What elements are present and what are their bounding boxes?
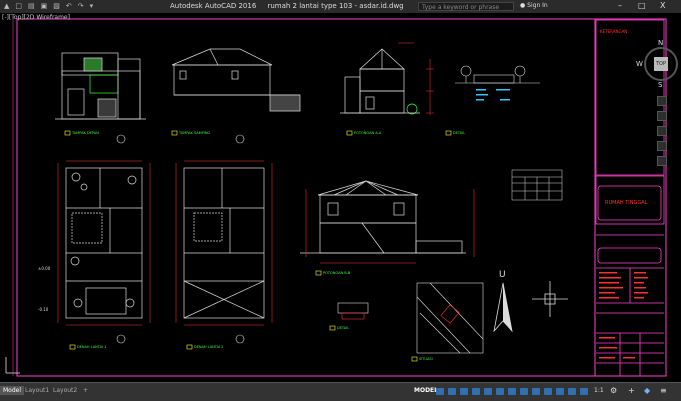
new-file-icon[interactable]: □ bbox=[15, 2, 22, 11]
ortho-icon[interactable] bbox=[460, 388, 468, 395]
label-detail: DETAIL bbox=[453, 131, 465, 135]
plus-icon[interactable]: + bbox=[628, 386, 635, 395]
detail-small bbox=[337, 302, 369, 320]
grid-icon[interactable] bbox=[436, 388, 444, 395]
tab-layout2[interactable]: Layout2 bbox=[50, 386, 80, 395]
north-arrow-label: U bbox=[499, 270, 506, 280]
section-aa bbox=[340, 48, 420, 115]
polar-icon[interactable] bbox=[472, 388, 480, 395]
tab-layout1[interactable]: Layout1 bbox=[22, 386, 52, 395]
north-arrow bbox=[493, 282, 513, 333]
customization-icon[interactable]: ≡ bbox=[660, 386, 667, 395]
viewcube-south[interactable]: S bbox=[658, 81, 662, 89]
window-title: Autodesk AutoCAD 2016 rumah 2 lantai typ… bbox=[170, 2, 404, 10]
annotation-scale[interactable]: 1:1 bbox=[594, 387, 604, 394]
side-elevation bbox=[171, 48, 301, 112]
floor-plan-1 bbox=[65, 167, 143, 319]
steering-wheel-icon[interactable] bbox=[657, 96, 667, 106]
model-space-button[interactable]: MODEL bbox=[414, 387, 438, 394]
label-denah-lantai-1: DENAH LANTAI 1 bbox=[77, 345, 106, 349]
annotation-icon[interactable] bbox=[556, 388, 564, 395]
isolate-icon[interactable] bbox=[580, 388, 588, 395]
title-bar: ▲ □ ▤ ▣ ▧ ↶ ↷ ▾ Autodesk AutoCAD 2016 ru… bbox=[0, 0, 681, 13]
viewport-controls-label[interactable]: [-][Top][2D Wireframe] bbox=[2, 14, 70, 21]
label-detail-2: DETAIL bbox=[337, 326, 349, 330]
showmotion-icon[interactable] bbox=[657, 156, 667, 166]
sign-in-label: Sign In bbox=[527, 2, 548, 9]
dropdown-icon[interactable]: ▾ bbox=[90, 2, 94, 11]
drawing-canvas[interactable]: KETERANGAN RUMAH TINGGAL TAMPAK DEPAN TA… bbox=[0, 13, 681, 382]
site-plan bbox=[416, 282, 484, 354]
maximize-button[interactable]: □ bbox=[638, 1, 646, 10]
viewcube-west[interactable]: W bbox=[636, 60, 643, 68]
settings-gear-icon[interactable]: ⚙ bbox=[610, 386, 617, 395]
sign-in-button[interactable]: ● Sign In bbox=[520, 2, 548, 9]
label-tampak-depan: TAMPAK DEPAN bbox=[71, 131, 99, 135]
workspace-icon[interactable] bbox=[568, 388, 576, 395]
label-denah-lantai-2: DENAH LANTAI 2 bbox=[194, 345, 223, 349]
pan-icon[interactable] bbox=[657, 111, 667, 121]
save-icon[interactable]: ▣ bbox=[41, 2, 48, 11]
file-title: rumah 2 lantai type 103 - asdar.id.dwg bbox=[267, 2, 404, 10]
title-block-notes bbox=[599, 272, 648, 359]
minimize-button[interactable]: – bbox=[618, 1, 622, 10]
user-icon: ● bbox=[520, 2, 526, 9]
detail-drawing bbox=[455, 65, 540, 84]
label-tampak-samping: TAMPAK SAMPING bbox=[178, 131, 210, 135]
orbit-icon[interactable] bbox=[657, 141, 667, 151]
viewcube[interactable]: TOP N S W bbox=[636, 39, 681, 91]
otrack-icon[interactable] bbox=[496, 388, 504, 395]
3d-osnap-icon[interactable] bbox=[544, 388, 552, 395]
status-toggles bbox=[436, 388, 588, 395]
viewcube-top-face[interactable]: TOP bbox=[654, 57, 668, 71]
title-block-project: RUMAH TINGGAL bbox=[605, 200, 648, 206]
crosshair-cursor bbox=[532, 281, 568, 317]
label-potongan-bb: POTONGAN B-B bbox=[323, 271, 351, 275]
tab-model[interactable]: Model bbox=[0, 386, 25, 395]
section-bb bbox=[300, 180, 466, 254]
level-2-label: -0.10 bbox=[38, 307, 49, 312]
add-layout-button[interactable]: + bbox=[80, 386, 91, 395]
title-block-header: KETERANGAN bbox=[600, 29, 627, 34]
zoom-icon[interactable] bbox=[657, 126, 667, 136]
transparency-icon[interactable] bbox=[520, 388, 528, 395]
navigation-bar bbox=[655, 96, 669, 176]
selection-cycling-icon[interactable] bbox=[532, 388, 540, 395]
snap-icon[interactable] bbox=[448, 388, 456, 395]
floor-plan-2 bbox=[183, 167, 265, 319]
app-menu-icon[interactable]: ▲ bbox=[4, 2, 9, 11]
hardware-acceleration-icon[interactable]: ◆ bbox=[644, 386, 650, 395]
save-as-icon[interactable]: ▧ bbox=[53, 2, 60, 11]
quick-access-toolbar: ▲ □ ▤ ▣ ▧ ↶ ↷ ▾ bbox=[4, 2, 93, 11]
schedule-table bbox=[511, 169, 563, 201]
sheet-frame bbox=[16, 18, 667, 377]
viewcube-north[interactable]: N bbox=[658, 39, 663, 47]
label-potongan-aa: POTONGAN A-A bbox=[354, 131, 382, 135]
status-bar: Model Layout1 Layout2 + MODEL 1:1 ⚙ + ◆ … bbox=[0, 382, 681, 401]
label-situasi: SITUASI bbox=[419, 357, 433, 361]
search-input[interactable]: Type a keyword or phrase bbox=[418, 2, 514, 11]
osnap-icon[interactable] bbox=[484, 388, 492, 395]
open-file-icon[interactable]: ▤ bbox=[28, 2, 35, 11]
level-1-label: ±0.00 bbox=[38, 266, 51, 271]
lineweight-icon[interactable] bbox=[508, 388, 516, 395]
redo-icon[interactable]: ↷ bbox=[78, 2, 84, 11]
drawing-svg[interactable]: KETERANGAN RUMAH TINGGAL TAMPAK DEPAN TA… bbox=[0, 13, 681, 382]
app-title: Autodesk AutoCAD 2016 bbox=[170, 2, 257, 10]
undo-icon[interactable]: ↶ bbox=[66, 2, 72, 11]
front-elevation bbox=[55, 52, 146, 120]
close-button[interactable]: X bbox=[660, 1, 665, 10]
